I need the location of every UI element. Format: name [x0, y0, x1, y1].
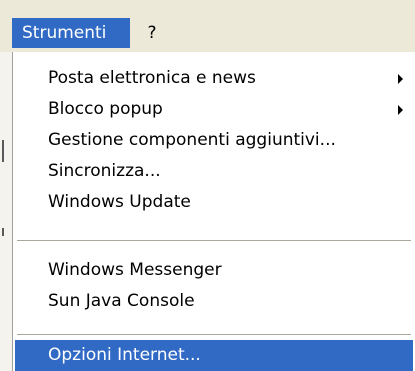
menu-item-sun-java-console[interactable]: Sun Java Console: [15, 286, 413, 317]
submenu-arrow-icon: [398, 74, 403, 84]
menu-item-opzioni-internet[interactable]: Opzioni Internet...: [15, 340, 413, 371]
background-mark: [2, 140, 4, 162]
menu-item-blocco-popup[interactable]: Blocco popup: [15, 94, 413, 125]
menu-item-windows-messenger[interactable]: Windows Messenger: [15, 255, 413, 286]
menu-bar: Strumenti ?: [0, 0, 415, 52]
strumenti-dropdown-menu: Posta elettronica e news Blocco popup Ge…: [12, 52, 415, 371]
menu-item-label: Blocco popup: [48, 99, 163, 119]
menu-item-label: Sincronizza...: [48, 161, 161, 181]
menu-item-label: Gestione componenti aggiuntivi...: [48, 130, 336, 150]
menu-item-windows-update[interactable]: Windows Update: [15, 187, 413, 218]
menu-item-sincronizza[interactable]: Sincronizza...: [15, 156, 413, 187]
submenu-arrow-icon: [398, 105, 403, 115]
menu-item-label: Windows Messenger: [48, 260, 222, 280]
background-mark: [2, 228, 4, 236]
menu-separator: [17, 334, 411, 336]
menu-item-label: Posta elettronica e news: [48, 68, 256, 88]
menu-help[interactable]: ?: [140, 18, 164, 48]
menu-item-label: Sun Java Console: [48, 291, 195, 311]
menu-separator: [17, 240, 411, 242]
background-window-edge: [0, 52, 12, 371]
menu-item-label: Windows Update: [48, 192, 191, 212]
menu-item-gestione-componenti[interactable]: Gestione componenti aggiuntivi...: [15, 125, 413, 156]
menu-item-label: Opzioni Internet...: [48, 345, 201, 365]
menu-item-posta-elettronica[interactable]: Posta elettronica e news: [15, 63, 413, 94]
menu-strumenti[interactable]: Strumenti: [12, 18, 130, 48]
